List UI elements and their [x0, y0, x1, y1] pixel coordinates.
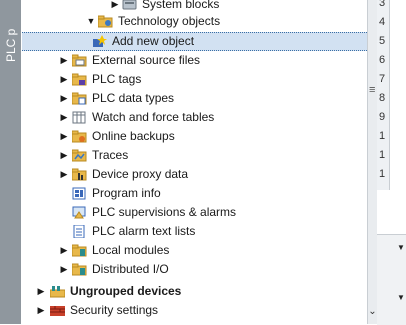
- plc-data-types-icon: [71, 92, 87, 105]
- folder-icon: [71, 54, 87, 67]
- tree-item-label: External source files: [92, 53, 201, 67]
- expand-arrow-icon[interactable]: ▶: [59, 127, 69, 146]
- system-blocks-icon: [122, 0, 137, 11]
- tree-item-traces[interactable]: ▶ Traces: [22, 146, 367, 165]
- row-number: 7: [379, 73, 386, 85]
- row-number: 9: [379, 111, 386, 123]
- device-proxy-icon: [71, 168, 87, 181]
- program-info-icon: [72, 187, 87, 200]
- expand-arrow-icon[interactable]: ▶: [59, 165, 69, 184]
- tree-item-local-modules[interactable]: ▶ Local modules: [22, 241, 367, 260]
- tree-item-label: Ungrouped devices: [70, 284, 182, 298]
- expand-arrow-icon[interactable]: ▶: [59, 146, 69, 165]
- tree-item-label: Local modules: [92, 243, 170, 257]
- tree-item-distributed-io[interactable]: ▶ Distributed I/O: [22, 260, 367, 279]
- collapse-arrow-icon[interactable]: ▼: [397, 293, 405, 302]
- tree-item-program-info[interactable]: Program info: [22, 184, 367, 203]
- tree-item-security-settings[interactable]: ▶ Security settings: [22, 301, 367, 320]
- tree-item-plc-alarm-text-lists[interactable]: PLC alarm text lists: [22, 222, 367, 241]
- tree-item-watch-and-force-tables[interactable]: ▶ Watch and force tables: [22, 108, 367, 127]
- security-settings-icon: [50, 304, 65, 317]
- tree-item-external-source-files[interactable]: ▶ External source files: [22, 51, 367, 70]
- collapse-arrow-icon[interactable]: ▼: [397, 243, 405, 252]
- tree-item-label: Device proxy data: [92, 167, 189, 181]
- tree-item-label: Add new object: [112, 34, 195, 48]
- details-lower-section: ▼ ▼: [377, 234, 406, 325]
- tree-item-plc-data-types[interactable]: ▶ PLC data types: [22, 89, 367, 108]
- tree-item-label: PLC tags: [92, 72, 142, 86]
- expand-arrow-icon[interactable]: ▶: [59, 89, 69, 108]
- plc-tags-icon: [71, 73, 87, 86]
- traces-icon: [71, 149, 87, 162]
- online-backups-icon: [71, 130, 87, 143]
- row-number: 1: [379, 149, 386, 161]
- expand-arrow-icon[interactable]: ▶: [59, 260, 69, 279]
- alarm-text-lists-icon: [72, 224, 87, 239]
- tree-item-label: Watch and force tables: [92, 110, 215, 124]
- expand-arrow-icon[interactable]: ▶: [36, 282, 46, 301]
- expand-arrow-icon[interactable]: ▶: [59, 70, 69, 89]
- tree-item-online-backups[interactable]: ▶ Online backups: [22, 127, 367, 146]
- project-tree: ▶ System blocks ▼ Technology objects Add…: [22, 0, 367, 324]
- expand-arrow-icon[interactable]: ▶: [59, 108, 69, 127]
- add-new-object-icon: [92, 35, 107, 48]
- row-number: 6: [379, 54, 386, 66]
- tree-item-label: Online backups: [92, 129, 175, 143]
- row-number: 4: [379, 16, 386, 28]
- tree-item-label: Distributed I/O: [92, 262, 169, 276]
- side-tab-label: PLC p: [4, 28, 18, 62]
- tree-item-label: Traces: [92, 148, 129, 162]
- expand-arrow-icon[interactable]: ▶: [59, 241, 69, 260]
- distributed-io-icon: [71, 263, 87, 276]
- tree-item-label: Technology objects: [118, 14, 221, 28]
- collapse-arrow-icon[interactable]: ▼: [86, 12, 96, 31]
- plc-supervisions-icon: [72, 206, 87, 219]
- local-modules-icon: [71, 244, 87, 257]
- expand-arrow-icon[interactable]: ▶: [59, 51, 69, 70]
- tree-item-label: PLC alarm text lists: [92, 224, 196, 238]
- ungrouped-devices-icon: [49, 285, 66, 298]
- expand-arrow-icon[interactable]: ▶: [36, 301, 46, 320]
- details-panel: 3 4 5 6 7 8 9 1 1 1 ▼ ▼: [377, 0, 406, 325]
- row-number: 1: [379, 168, 386, 180]
- watch-tables-icon: [72, 111, 87, 124]
- tree-item-plc-tags[interactable]: ▶ PLC tags: [22, 70, 367, 89]
- tree-item-ungrouped-devices[interactable]: ▶ Ungrouped devices: [22, 282, 367, 301]
- row-number: 8: [379, 92, 386, 104]
- row-number: 5: [379, 35, 386, 47]
- tree-item-add-new-object[interactable]: Add new object: [22, 32, 367, 51]
- tree-item-label: PLC supervisions & alarms: [92, 205, 237, 219]
- tree-item-technology-objects[interactable]: ▼ Technology objects: [22, 12, 367, 31]
- tree-item-plc-supervisions-alarms[interactable]: PLC supervisions & alarms: [22, 203, 367, 222]
- splitter-grip-icon[interactable]: ≡: [369, 84, 375, 96]
- tree-item-device-proxy-data[interactable]: ▶ Device proxy data: [22, 165, 367, 184]
- tree-item-label: Program info: [92, 186, 161, 200]
- project-tree-side-tab[interactable]: PLC p: [0, 0, 21, 324]
- tree-item-label: PLC data types: [92, 91, 175, 105]
- technology-objects-icon: [97, 15, 113, 28]
- row-number: 3: [379, 0, 386, 9]
- row-number: 1: [379, 130, 386, 142]
- tree-item-label: Security settings: [70, 303, 159, 317]
